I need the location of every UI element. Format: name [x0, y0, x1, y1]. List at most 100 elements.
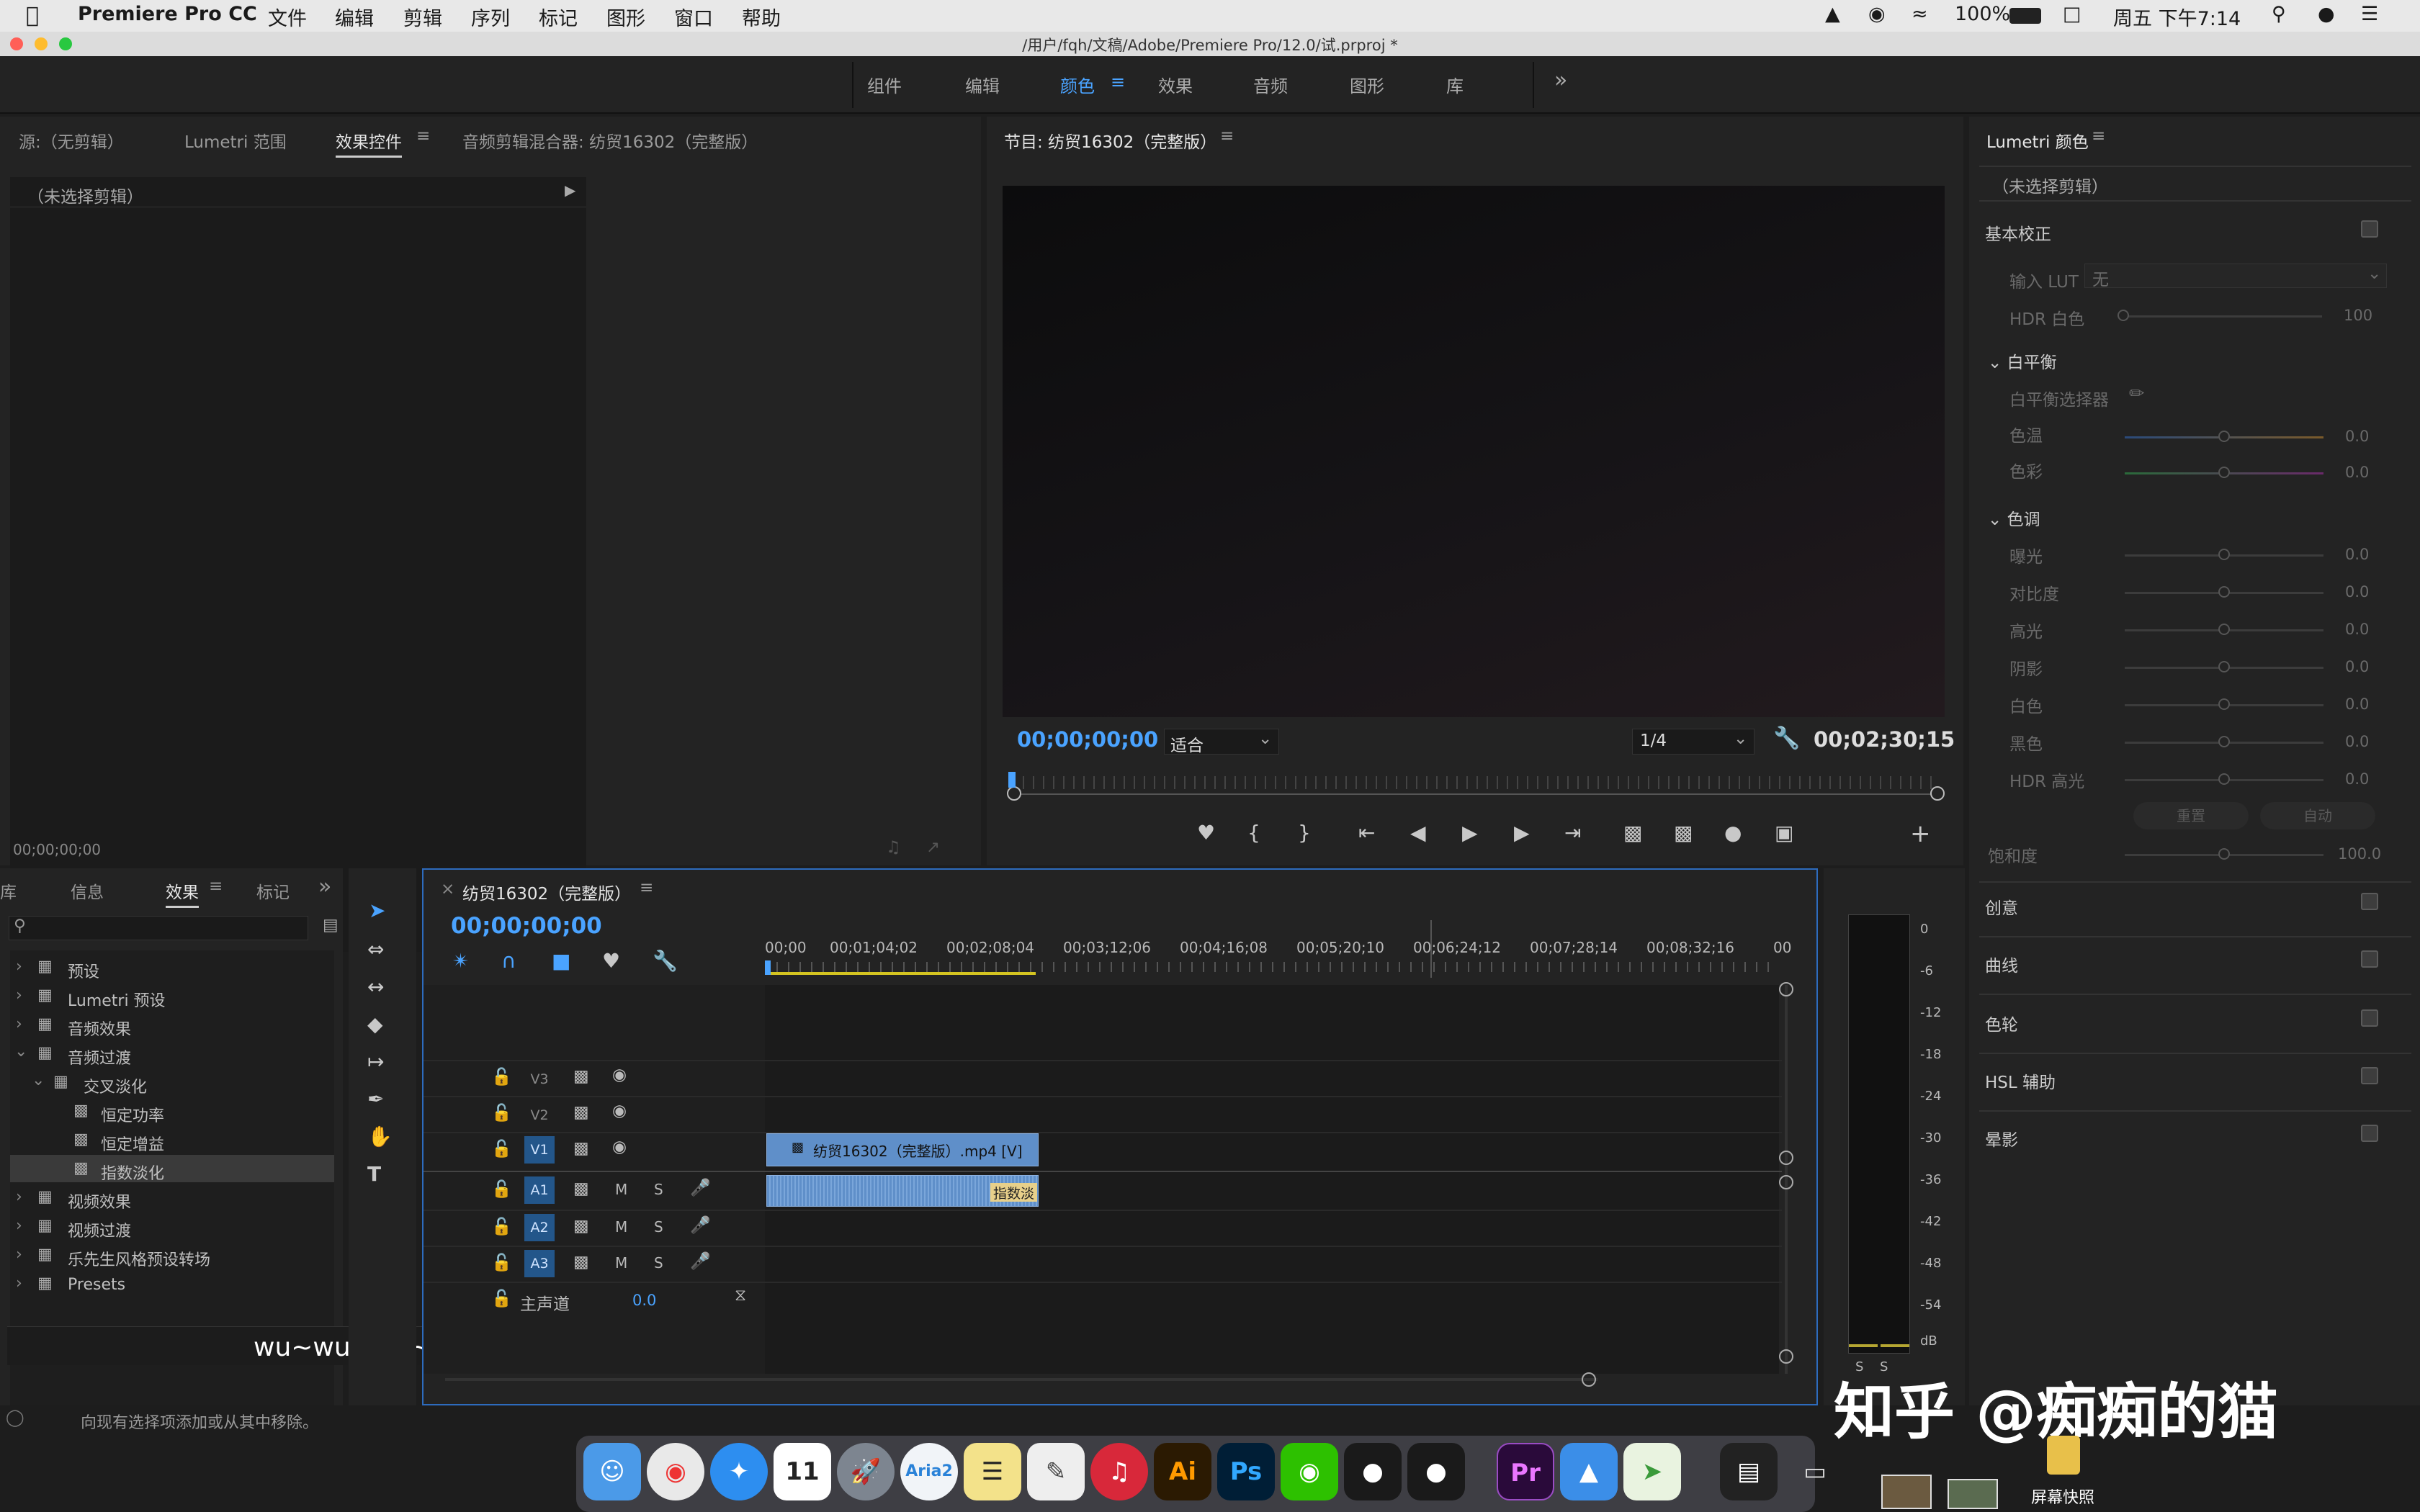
mute-button[interactable]: M — [615, 1181, 627, 1198]
sync-lock-icon[interactable]: ▩ — [573, 1217, 589, 1236]
input-method-icon[interactable]: □ — [2063, 3, 2081, 25]
sync-lock-icon[interactable]: ▩ — [573, 1067, 589, 1086]
solo-button[interactable]: S — [654, 1218, 663, 1236]
filter-audio-icon[interactable]: ♫ — [886, 838, 901, 857]
timeline-timecode[interactable]: 00;00;00;00 — [451, 913, 602, 939]
contrast-value[interactable]: 0.0 — [2345, 583, 2369, 600]
launchpad-icon[interactable]: 🚀 — [837, 1443, 895, 1500]
workspace-libraries[interactable]: 库 — [1446, 72, 1464, 97]
calendar-icon[interactable]: 11 — [774, 1443, 831, 1500]
screen-capture-icon[interactable]: ▤ — [1720, 1443, 1778, 1500]
wifi-icon[interactable]: ≈ — [1912, 3, 1928, 25]
vertical-scroll-handle[interactable] — [1779, 1151, 1793, 1165]
tab-audio-clip-mixer[interactable]: 音频剪辑混合器: 纺贸16302（完整版） — [462, 128, 758, 153]
eye-icon[interactable]: ◉ — [612, 1102, 627, 1120]
lock-icon[interactable]: 🔓 — [491, 1217, 512, 1236]
creative-checkbox[interactable] — [2361, 893, 2378, 910]
track-select-tool-icon[interactable]: ⇔ — [367, 937, 384, 961]
mark-in-icon[interactable]: { — [1247, 821, 1260, 845]
program-menu-icon[interactable]: ≡ — [1220, 127, 1234, 145]
workspace-effects[interactable]: 效果 — [1158, 72, 1193, 97]
notification-center-icon[interactable]: ☰ — [2361, 3, 2378, 25]
lumetri-title[interactable]: Lumetri 颜色 — [1986, 128, 2089, 153]
color-wheels-header[interactable]: 色轮 — [1985, 1011, 2018, 1035]
microphone-icon[interactable]: 🎤 — [690, 1178, 711, 1197]
fit-dropdown[interactable]: 适合 ⌄ — [1164, 729, 1279, 755]
panel-menu-icon[interactable]: ≡ — [416, 127, 430, 145]
linked-selection-icon[interactable]: ■ — [552, 949, 570, 973]
vignette-checkbox[interactable] — [2361, 1125, 2378, 1142]
expand-arrow-icon[interactable]: ▶ — [565, 181, 575, 199]
wechat-icon[interactable]: ◉ — [1868, 3, 1886, 25]
menu-file[interactable]: 文件 — [268, 3, 307, 31]
spotlight-icon[interactable]: ⚲ — [2272, 3, 2286, 25]
illustrator-icon[interactable]: Ai — [1154, 1443, 1211, 1500]
program-scrubber[interactable] — [1013, 793, 1937, 795]
snap-magnet-icon[interactable]: ∩ — [501, 949, 516, 973]
menu-help[interactable]: 帮助 — [742, 3, 781, 31]
selection-tool-icon[interactable]: ➤ — [369, 899, 385, 922]
workspace-assembly[interactable]: 组件 — [867, 72, 902, 97]
workspace-editing[interactable]: 编辑 — [965, 72, 1000, 97]
bell-icon[interactable]: ▲ — [1825, 3, 1840, 25]
lock-icon[interactable]: 🔓 — [491, 1103, 512, 1122]
program-playhead-timecode[interactable]: 00;00;00;00 — [1017, 727, 1158, 752]
aria2-icon[interactable]: Aria2 — [900, 1443, 958, 1500]
textedit-icon[interactable]: ✎ — [1027, 1443, 1085, 1500]
menu-edit[interactable]: 编辑 — [335, 3, 374, 31]
apple-icon[interactable]:  — [26, 3, 39, 28]
vertical-scroll-handle[interactable] — [1779, 1349, 1793, 1364]
sync-lock-icon[interactable]: ▩ — [573, 1139, 589, 1158]
time-ruler[interactable]: 00;00 00;01;04;02 00;02;08;04 00;03;12;0… — [765, 939, 1799, 976]
menu-clip[interactable]: 剪辑 — [403, 3, 442, 31]
lock-icon[interactable]: 🔓 — [491, 1289, 512, 1308]
blacks-value[interactable]: 0.0 — [2345, 733, 2369, 750]
horizontal-scrollbar[interactable] — [445, 1378, 1597, 1381]
sync-lock-icon[interactable]: ▩ — [573, 1253, 589, 1272]
keynote-icon[interactable]: ▲ — [1560, 1443, 1618, 1500]
timeline-settings-icon[interactable]: 🔧 — [653, 949, 678, 973]
playhead-marker[interactable] — [1008, 772, 1016, 788]
step-back-icon[interactable]: ◀ — [1410, 821, 1426, 845]
lock-icon[interactable]: 🔓 — [491, 1139, 512, 1158]
track-v3[interactable]: V3 — [524, 1066, 555, 1093]
desktop-thumbnail[interactable] — [1881, 1475, 1932, 1509]
sequence-tab[interactable]: 纺贸16302（完整版） — [462, 880, 631, 904]
color-wheels-checkbox[interactable] — [2361, 1009, 2378, 1027]
basic-correction-checkbox[interactable] — [2361, 220, 2378, 238]
desktop-thumbnail[interactable] — [1948, 1479, 1998, 1509]
menu-window[interactable]: 窗口 — [674, 3, 713, 31]
qq-icon[interactable]: ● — [1344, 1443, 1402, 1500]
microphone-icon[interactable]: 🎤 — [690, 1215, 711, 1235]
go-to-in-icon[interactable]: ⇤ — [1358, 821, 1375, 845]
in-handle[interactable] — [1007, 786, 1021, 801]
sync-lock-icon[interactable]: ▩ — [573, 1179, 589, 1198]
tree-crossfade[interactable]: 交叉淡化 — [84, 1074, 147, 1097]
audio-clip[interactable]: 指数淡 — [766, 1175, 1039, 1207]
razor-tool-icon[interactable]: ◆ — [367, 1012, 383, 1036]
workspace-color[interactable]: 颜色 — [1060, 72, 1095, 97]
tree-lumetri-presets[interactable]: Lumetri 预设 — [68, 988, 166, 1011]
tree-video-effects[interactable]: 视频效果 — [68, 1189, 131, 1212]
siri-icon[interactable]: ● — [2318, 3, 2335, 25]
track-a3[interactable]: A3 — [524, 1250, 555, 1277]
shadows-value[interactable]: 0.0 — [2345, 658, 2369, 675]
step-forward-icon[interactable]: ▶ — [1514, 821, 1530, 845]
mark-out-icon[interactable]: } — [1298, 821, 1311, 845]
menu-graphics[interactable]: 图形 — [606, 3, 645, 31]
vertical-scroll-handle[interactable] — [1779, 982, 1793, 996]
menu-sequence[interactable]: 序列 — [471, 3, 510, 31]
hand-tool-icon[interactable]: ✋ — [367, 1125, 393, 1148]
tree-constant-power[interactable]: 恒定功率 — [101, 1103, 164, 1126]
wechat-icon[interactable]: ◉ — [1281, 1443, 1338, 1500]
add-marker-icon[interactable]: ♥ — [602, 949, 620, 973]
type-tool-icon[interactable]: T — [367, 1162, 381, 1186]
tab-libraries[interactable]: 库 — [0, 878, 17, 903]
horizontal-scroll-handle[interactable] — [1582, 1372, 1596, 1387]
hdr-white-value[interactable]: 100 — [2344, 307, 2372, 324]
export-icon[interactable]: ↗ — [926, 838, 940, 857]
track-a1[interactable]: A1 — [524, 1176, 555, 1204]
tree-video-transitions[interactable]: 视频过渡 — [68, 1218, 131, 1241]
screenshot-file-icon[interactable] — [2047, 1436, 2080, 1475]
tab-lumetri-scopes[interactable]: Lumetri 范围 — [184, 128, 287, 153]
